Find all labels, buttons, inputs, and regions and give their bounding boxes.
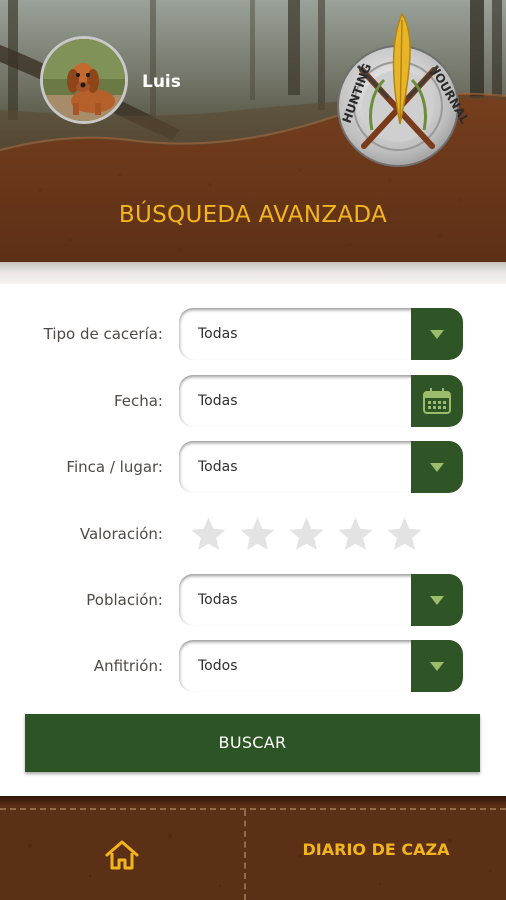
hunt-type-value: Todas — [198, 326, 238, 342]
bottom-nav: DIARIO DE CAZA — [0, 796, 506, 900]
star-icon[interactable] — [288, 516, 325, 553]
town-select[interactable]: Todas — [179, 574, 463, 626]
star-icon[interactable] — [239, 516, 276, 553]
host-label: Anfitrión: — [93, 657, 163, 675]
chevron-down-icon — [430, 462, 444, 472]
estate-dropdown-button[interactable] — [411, 441, 463, 493]
user-avatar[interactable] — [40, 36, 128, 124]
chevron-down-icon — [430, 329, 444, 339]
star-icon[interactable] — [190, 516, 227, 553]
rating-label: Valoración: — [79, 525, 163, 543]
date-label: Fecha: — [113, 392, 163, 410]
hunt-type-row: Tipo de cacería: Todas — [0, 308, 506, 360]
nav-home-button[interactable] — [0, 810, 244, 900]
hunt-type-dropdown-button[interactable] — [411, 308, 463, 360]
home-icon — [105, 840, 139, 870]
star-icon[interactable] — [337, 516, 374, 553]
date-value: Todas — [198, 393, 238, 409]
header: Luis HUNTING JOURNAL BÚSQUEDA AVANZADA — [0, 0, 506, 284]
calendar-icon — [423, 388, 451, 414]
hunt-type-select[interactable]: Todas — [179, 308, 463, 360]
host-value: Todos — [198, 658, 238, 674]
estate-label: Finca / lugar: — [66, 458, 163, 476]
rating-row: Valoración: — [0, 508, 506, 560]
hunt-type-label: Tipo de cacería: — [43, 325, 163, 343]
page-title: BÚSQUEDA AVANZADA — [118, 202, 388, 228]
estate-value: Todas — [198, 459, 238, 475]
star-icon[interactable] — [386, 516, 423, 553]
estate-select[interactable]: Todas — [179, 441, 463, 493]
chevron-down-icon — [430, 595, 444, 605]
host-dropdown-button[interactable] — [411, 640, 463, 692]
hunting-journal-logo: HUNTING JOURNAL — [337, 12, 468, 167]
nav-hunting-diary[interactable]: DIARIO DE CAZA — [246, 810, 506, 900]
town-row: Población: Todas — [0, 574, 506, 626]
footer-shadow — [0, 796, 506, 806]
estate-row: Finca / lugar: Todas — [0, 441, 506, 493]
chevron-down-icon — [430, 661, 444, 671]
header-divider — [0, 262, 506, 284]
town-dropdown-button[interactable] — [411, 574, 463, 626]
date-field[interactable]: Todas — [179, 375, 463, 427]
advanced-search-form: Tipo de cacería: Todas Fecha: Todas Finc… — [0, 286, 506, 796]
town-value: Todas — [198, 592, 238, 608]
date-picker-button[interactable] — [411, 375, 463, 427]
rating-stars[interactable] — [190, 508, 435, 560]
host-select[interactable]: Todos — [179, 640, 463, 692]
search-button[interactable]: BUSCAR — [25, 714, 480, 772]
user-name: Luis — [142, 72, 181, 92]
host-row: Anfitrión: Todos — [0, 640, 506, 692]
town-label: Población: — [86, 591, 163, 609]
date-row: Fecha: Todas — [0, 375, 506, 427]
